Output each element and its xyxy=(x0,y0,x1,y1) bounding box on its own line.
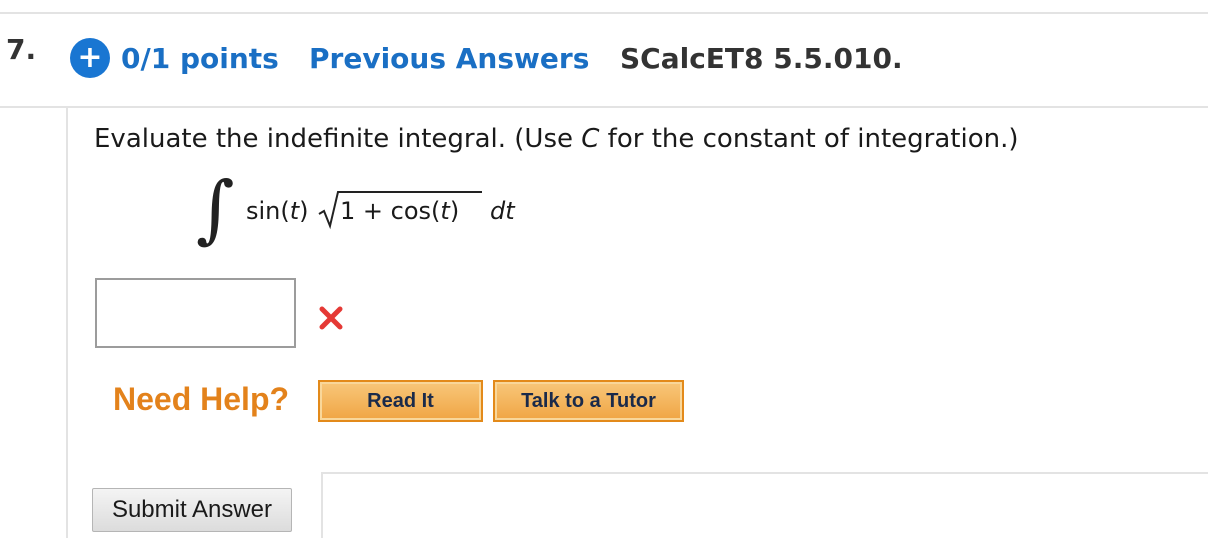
question-reference: SCalcET8 5.5.010. xyxy=(620,42,903,75)
question-instruction: Evaluate the indefinite integral. (Use C… xyxy=(94,124,1018,154)
instruction-text-after: for the constant of integration.) xyxy=(599,124,1019,154)
square-root: 1 + cos(t) xyxy=(318,190,484,230)
left-divider xyxy=(66,107,68,538)
response-panel xyxy=(321,472,1208,538)
read-it-button[interactable]: Read It xyxy=(318,380,483,422)
integrand-sin: sin(t) xyxy=(246,197,309,225)
radicand-arg: t xyxy=(440,197,450,225)
talk-to-tutor-button[interactable]: Talk to a Tutor xyxy=(493,380,684,422)
radicand-prefix: 1 + cos( xyxy=(340,197,441,225)
incorrect-x-icon xyxy=(319,306,343,330)
sin-arg: t xyxy=(289,197,300,225)
radicand-close: ) xyxy=(449,197,460,225)
plus-circle-icon[interactable]: + xyxy=(70,38,110,78)
sin-close: ) xyxy=(299,197,309,225)
integral-symbol: ∫ xyxy=(196,166,235,252)
differential: dt xyxy=(490,197,515,225)
answer-input[interactable] xyxy=(95,278,296,348)
constant-variable: C xyxy=(581,124,600,154)
need-help-label: Need Help? xyxy=(113,381,290,417)
question-number: 7. xyxy=(6,33,37,66)
points-score: 0/1 points xyxy=(121,42,279,75)
radicand: 1 + cos(t) xyxy=(340,197,459,225)
submit-answer-button[interactable]: Submit Answer xyxy=(92,488,292,532)
instruction-text-before: Evaluate the indefinite integral. (Use xyxy=(94,124,582,154)
sin-func: sin( xyxy=(246,197,290,225)
previous-answers-link[interactable]: Previous Answers xyxy=(309,42,589,75)
